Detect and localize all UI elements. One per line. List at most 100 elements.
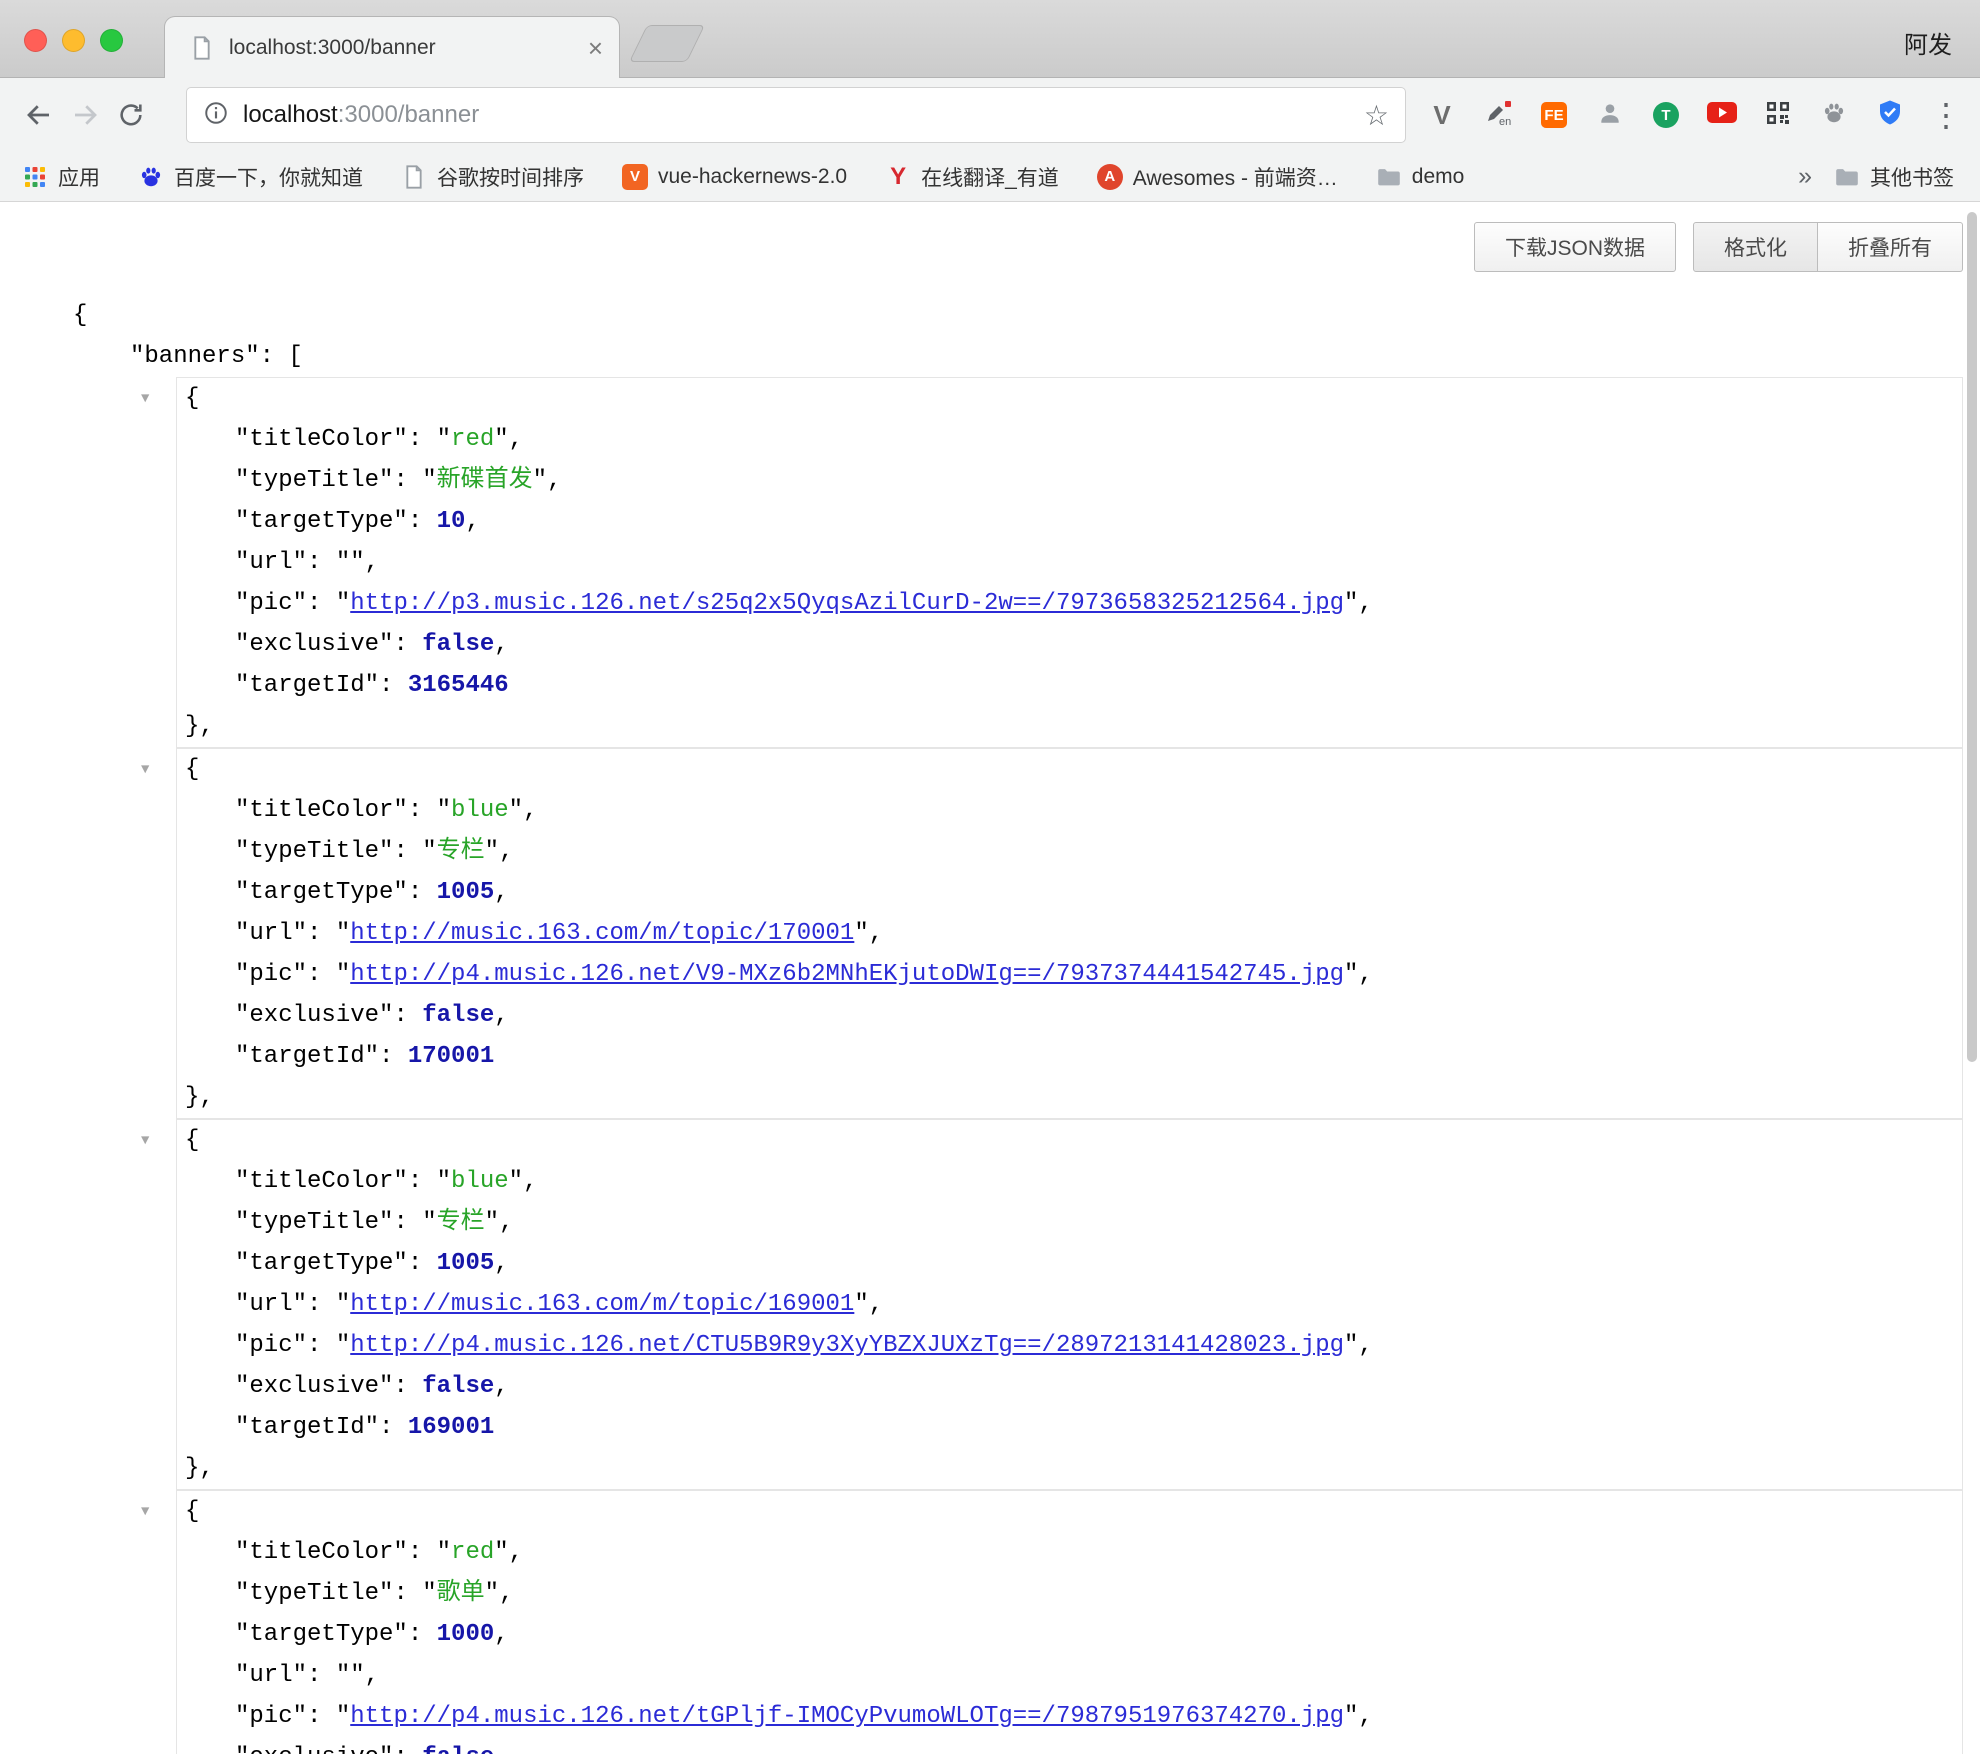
extension-button[interactable] bbox=[1806, 78, 1862, 152]
minimize-window-button[interactable] bbox=[62, 29, 85, 52]
tab-close-button[interactable]: × bbox=[588, 35, 603, 61]
extension-button[interactable]: FE bbox=[1526, 78, 1582, 152]
bookmark-label: 在线翻译_有道 bbox=[921, 162, 1059, 192]
profile-silhouette-icon bbox=[1597, 100, 1623, 131]
bookmark-item[interactable]: Vvue-hackernews-2.0 bbox=[622, 164, 847, 190]
extension-button[interactable] bbox=[1582, 78, 1638, 152]
collapse-toggle-icon[interactable]: ▼ bbox=[141, 1121, 149, 1162]
reload-button[interactable] bbox=[108, 92, 154, 138]
json-key: "typeTitle" bbox=[235, 467, 393, 494]
close-window-button[interactable] bbox=[24, 29, 47, 52]
json-string: blue bbox=[451, 1168, 509, 1195]
baidu-paw-icon bbox=[138, 165, 164, 189]
back-button[interactable] bbox=[16, 92, 62, 138]
profile-name[interactable]: 阿发 bbox=[1904, 25, 1952, 60]
json-url-link[interactable]: http://p3.music.126.net/s25q2x5QyqsAzilC… bbox=[350, 590, 1344, 617]
json-number: 169001 bbox=[408, 1414, 494, 1441]
json-string: red bbox=[451, 426, 494, 453]
tab-title: localhost:3000/banner bbox=[229, 36, 588, 60]
navigation-bar: localhost:3000/banner ☆ VenFE T ⋮ bbox=[0, 78, 1980, 152]
json-line: "exclusive": false, bbox=[177, 624, 1962, 665]
json-string: 专栏 bbox=[437, 838, 485, 865]
json-url-link[interactable]: http://p4.music.126.net/CTU5B9R9y3XyYBZX… bbox=[350, 1332, 1344, 1359]
json-line: ▼{ bbox=[177, 1120, 1962, 1161]
other-bookmarks-folder[interactable]: 其他书签 bbox=[1834, 162, 1954, 192]
extension-button[interactable]: V bbox=[1414, 78, 1470, 152]
json-key: "titleColor" bbox=[235, 797, 408, 824]
overflow-menu-icon: ⋮ bbox=[1930, 99, 1962, 131]
json-key: "pic" bbox=[235, 1332, 307, 1359]
bookmark-label: 百度一下，你就知道 bbox=[174, 162, 363, 192]
browser-tab[interactable]: localhost:3000/banner × bbox=[164, 16, 620, 79]
window-controls bbox=[24, 29, 123, 52]
paw-icon bbox=[1822, 101, 1846, 130]
bookmarks-overflow-chevron[interactable]: » bbox=[1798, 162, 1812, 191]
json-line: "titleColor": "blue", bbox=[177, 790, 1962, 831]
vertical-scrollbar[interactable] bbox=[1967, 212, 1977, 1062]
window-titlebar: localhost:3000/banner × 阿发 bbox=[0, 0, 1980, 78]
json-line: "pic": "http://p4.music.126.net/V9-MXz6b… bbox=[177, 954, 1962, 995]
json-url-link[interactable]: http://music.163.com/m/topic/169001 bbox=[350, 1291, 854, 1318]
bookmark-item[interactable]: 谷歌按时间排序 bbox=[401, 162, 584, 192]
bookmark-label: 谷歌按时间排序 bbox=[437, 162, 584, 192]
bookmark-item[interactable]: Y在线翻译_有道 bbox=[885, 162, 1059, 192]
json-key: "typeTitle" bbox=[235, 1209, 393, 1236]
extension-button[interactable] bbox=[1694, 78, 1750, 152]
json-url-link[interactable]: http://music.163.com/m/topic/170001 bbox=[350, 920, 854, 947]
bookmark-item[interactable]: demo bbox=[1376, 165, 1465, 189]
zoom-window-button[interactable] bbox=[100, 29, 123, 52]
bookmark-item[interactable]: 百度一下，你就知道 bbox=[138, 162, 363, 192]
json-key: "url" bbox=[235, 1291, 307, 1318]
collapse-toggle-icon[interactable]: ▼ bbox=[141, 379, 149, 420]
json-boolean: false bbox=[422, 1744, 494, 1754]
new-tab-button[interactable] bbox=[629, 25, 705, 62]
json-string: red bbox=[451, 1539, 494, 1566]
url-text[interactable]: localhost:3000/banner bbox=[243, 101, 1364, 129]
blue-shield-check-icon bbox=[1878, 99, 1902, 131]
extension-button[interactable] bbox=[1862, 78, 1918, 152]
youtube-icon bbox=[1707, 102, 1737, 128]
collapse-all-button[interactable]: 折叠所有 bbox=[1818, 222, 1963, 272]
json-key: "titleColor" bbox=[235, 1168, 408, 1195]
json-line: "pic": "http://p4.music.126.net/tGPljf-I… bbox=[177, 1696, 1962, 1737]
browser-menu-button[interactable]: ⋮ bbox=[1918, 78, 1974, 152]
bookmark-label: 应用 bbox=[58, 162, 100, 192]
json-line: "targetType": 1000, bbox=[177, 1614, 1962, 1655]
extension-toolbar: VenFE T ⋮ bbox=[1414, 78, 1974, 152]
json-line: "titleColor": "blue", bbox=[177, 1161, 1962, 1202]
json-line: "exclusive": false, bbox=[177, 1366, 1962, 1407]
other-bookmarks-label: 其他书签 bbox=[1870, 162, 1954, 192]
page-info-icon[interactable] bbox=[203, 100, 229, 131]
json-line: "titleColor": "red", bbox=[177, 419, 1962, 460]
qrcode-icon bbox=[1766, 101, 1790, 130]
extension-button[interactable]: en bbox=[1470, 78, 1526, 152]
json-line: ▼{ bbox=[0, 295, 1980, 336]
json-number: 1000 bbox=[437, 1621, 495, 1648]
bookmark-star-icon[interactable]: ☆ bbox=[1364, 99, 1389, 132]
json-key: "targetType" bbox=[235, 508, 408, 535]
json-line: "typeTitle": "歌单", bbox=[177, 1573, 1962, 1614]
forward-button[interactable] bbox=[62, 92, 108, 138]
format-button[interactable]: 格式化 bbox=[1693, 222, 1818, 272]
json-url-link[interactable]: http://p4.music.126.net/tGPljf-IMOCyPvum… bbox=[350, 1703, 1344, 1730]
json-key: "targetType" bbox=[235, 1250, 408, 1277]
extension-button[interactable]: T bbox=[1638, 78, 1694, 152]
json-line: "exclusive": false bbox=[177, 1737, 1962, 1754]
address-bar[interactable]: localhost:3000/banner ☆ bbox=[186, 87, 1406, 143]
json-key: "targetId" bbox=[235, 672, 379, 699]
json-number: 1005 bbox=[437, 1250, 495, 1277]
json-line: "url": "", bbox=[177, 542, 1962, 583]
bookmarks-bar: 应用 百度一下，你就知道 谷歌按时间排序 Vvue-hackernews-2.0 Y在线… bbox=[0, 152, 1980, 202]
collapse-toggle-icon[interactable]: ▼ bbox=[141, 750, 149, 791]
page-content: 下载JSON数据 格式化 折叠所有 ▼{▼"banners": [▼{"titl… bbox=[0, 202, 1980, 1754]
json-line: "typeTitle": "专栏", bbox=[177, 831, 1962, 872]
extension-button[interactable] bbox=[1750, 78, 1806, 152]
json-line: "titleColor": "red", bbox=[177, 1532, 1962, 1573]
json-object: ▼{"titleColor": "red","typeTitle": "新碟首发… bbox=[176, 377, 1963, 748]
json-url-link[interactable]: http://p4.music.126.net/V9-MXz6b2MNhEKju… bbox=[350, 961, 1344, 988]
bookmark-item[interactable]: 应用 bbox=[22, 162, 100, 192]
download-json-button[interactable]: 下载JSON数据 bbox=[1474, 222, 1676, 272]
json-line: ▼"banners": [ bbox=[0, 336, 1980, 377]
collapse-toggle-icon[interactable]: ▼ bbox=[141, 1492, 149, 1533]
bookmark-item[interactable]: AAwesomes - 前端资… bbox=[1097, 162, 1338, 192]
